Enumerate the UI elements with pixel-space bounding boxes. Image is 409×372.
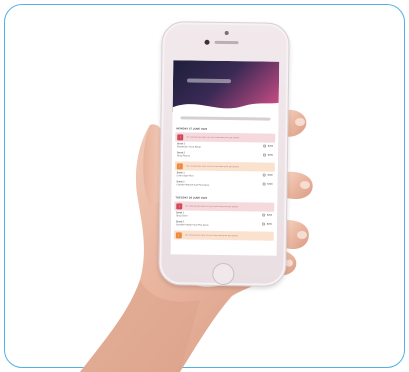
item-sublabel: Event Store Run [176,175,194,178]
checkbox-icon[interactable] [262,153,266,157]
item-value-group: $200 [262,144,274,148]
hero-banner [172,60,280,115]
section-title: TUESDAY 28 JUNE 2022 [175,196,208,200]
item-value: $200 [267,144,274,148]
wave-decoration [172,102,279,115]
alert-note[interactable]: ! We noticed you have not yet submitted y… [174,161,275,172]
alert-text: We noticed you have not yet submitted yo… [184,233,239,237]
checkbox-icon[interactable] [261,213,265,217]
alert-text: We noticed you have not yet submitted yo… [185,164,240,168]
item-sublabel: Outside Prepare And Pick Items [176,184,210,187]
alert-icon: ! [175,231,182,238]
speaker-grille [214,40,239,45]
alert-note[interactable]: ! We noticed you have not yet submitted y… [173,230,274,241]
list-item[interactable]: Break 2 Outside Prepare And Pick Items $20… [177,181,273,189]
item-value-group: $200 [262,182,273,186]
list-item[interactable]: Break 2 Shop Round $200 [177,152,273,160]
list-item[interactable]: Break 2 Outside Prepare And Pick Items $20… [176,221,272,229]
item-label-group: Break 1 Shop Drive [176,212,187,218]
item-label-group: Break 1 Rotate Bin Truck Route [177,143,201,149]
phone-screen: MONDAY 27 JUNE 2022! We noticed you have … [170,60,280,256]
list-item[interactable]: Break 1 Rotate Bin Truck Route $200 [177,143,273,151]
item-sublabel: Rotate Bin Truck Route [177,146,201,149]
item-value-group: $200 [262,173,273,177]
item-value-group: $200 [261,222,273,226]
checkbox-icon[interactable] [261,222,265,226]
sensor-icon [224,30,229,36]
phone: MONDAY 27 JUNE 2022! We noticed you have … [158,21,290,287]
item-sublabel: Shop Drive [176,215,188,218]
item-label-group: Break 2 Shop Round [177,152,190,158]
alert-text: We noticed you have not yet submitted yo… [185,204,239,208]
alert-text: We noticed you have not yet submitted yo… [186,135,240,139]
camera-icon [204,39,210,45]
subtitle-blur [180,116,271,121]
item-value: $200 [266,213,273,217]
item-value: $200 [267,173,273,177]
item-value: $200 [267,153,274,157]
item-label-group: Break 2 Outside Prepare And Pick Items [177,181,210,187]
checkbox-icon[interactable] [262,182,266,186]
checkbox-icon[interactable] [262,173,266,177]
item-sublabel: Shop Round [176,155,190,158]
item-label-group: Break 2 Outside Prepare And Pick Items [176,221,209,227]
item-value: $200 [266,222,273,226]
schedule-list: MONDAY 27 JUNE 2022! We noticed you have … [171,127,279,241]
list-item[interactable]: Break 1 Shop Drive $200 [176,212,272,220]
section-title: MONDAY 27 JUNE 2022 [176,127,208,131]
item-sublabel: Outside Prepare And Pick Items [175,224,209,227]
item-value-group: $200 [261,213,273,217]
checkbox-icon[interactable] [262,144,266,148]
list-item[interactable]: Break 1 Event Store Run $200 [177,172,273,180]
home-button[interactable] [212,262,235,286]
item-value: $200 [267,182,273,186]
hero-title-blur [186,78,232,84]
alert-note[interactable]: ! We noticed you have not yet submitted y… [174,201,275,212]
item-value-group: $200 [262,153,274,157]
item-label-group: Break 1 Event Store Run [177,172,194,178]
alert-icon: ! [176,162,183,169]
alert-note[interactable]: ! We noticed you have not yet submitted y… [175,132,276,143]
alert-icon: ! [177,133,184,140]
alert-icon: ! [176,202,183,209]
